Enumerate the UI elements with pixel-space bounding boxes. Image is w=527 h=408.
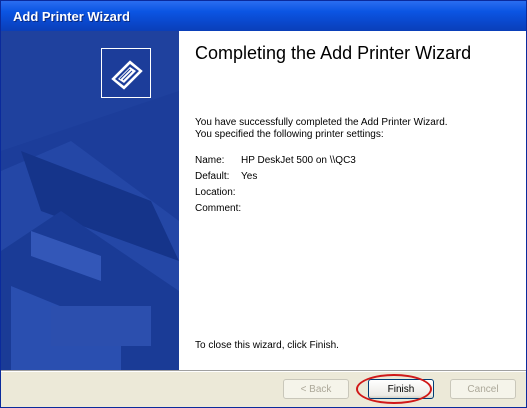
intro-text: You have successfully completed the Add … [195,117,515,141]
button-bar: < Back Finish Cancel [1,372,526,407]
setting-label-name: Name: [195,155,225,166]
close-hint-text: To close this wizard, click Finish. [195,340,339,351]
add-printer-wizard-window: Add Printer Wizard Completing the Add Pr… [0,0,527,408]
intro-line-1: You have successfully completed the Add … [195,117,448,128]
printer-wizard-graphic [1,31,179,370]
title-bar[interactable]: Add Printer Wizard [1,1,526,31]
setting-label-default: Default: [195,171,230,182]
page-heading: Completing the Add Printer Wizard [195,43,472,63]
wizard-banner [1,31,179,370]
cancel-button[interactable]: Cancel [450,379,516,399]
window-title: Add Printer Wizard [13,9,130,24]
setting-value-default: Yes [241,171,258,182]
finish-button[interactable]: Finish [368,379,434,399]
back-button[interactable]: < Back [283,379,349,399]
setting-value-name: HP DeskJet 500 on \\QC3 [241,155,356,166]
wizard-content: Completing the Add Printer Wizard You ha… [179,31,526,370]
intro-line-2: You specified the following printer sett… [195,129,384,140]
setting-label-comment: Comment: [195,203,242,214]
setting-label-location: Location: [195,187,236,198]
printer-wizard-icon [101,48,151,98]
